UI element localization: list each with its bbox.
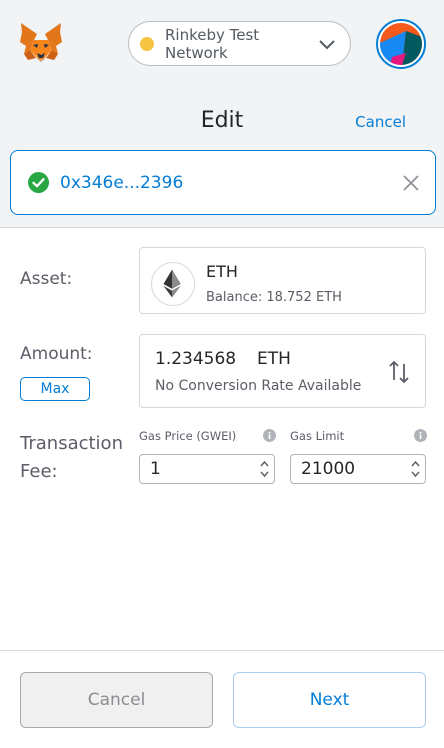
- network-label: Rinkeby Test Network: [165, 25, 260, 62]
- account-avatar[interactable]: [376, 19, 426, 69]
- fee-label-line1: Transaction: [20, 433, 123, 454]
- swap-arrows-icon[interactable]: [388, 359, 410, 385]
- amount-input[interactable]: 1.234568 ETH No Conversion Rate Availabl…: [139, 334, 426, 408]
- network-status-dot: [140, 36, 154, 51]
- gas-price-label: Gas Price (GWEI): [139, 429, 237, 443]
- header-cancel-link[interactable]: Cancel: [355, 113, 406, 131]
- stepper-arrows-icon[interactable]: [409, 457, 422, 481]
- footer-divider: [0, 650, 444, 651]
- metamask-fox-logo[interactable]: [18, 20, 64, 66]
- jazzicon-avatar: [380, 23, 422, 65]
- gas-price-input[interactable]: 1: [139, 454, 275, 484]
- asset-selector[interactable]: ETH Balance: 18.752 ETH: [139, 247, 426, 314]
- gas-limit-input[interactable]: 21000: [290, 454, 426, 484]
- recipient-address: 0x346e...2396: [60, 172, 184, 193]
- info-icon[interactable]: [263, 429, 276, 442]
- recipient-field[interactable]: 0x346e...2396: [10, 150, 436, 215]
- amount-unit: ETH: [257, 349, 291, 369]
- info-icon[interactable]: [414, 429, 427, 442]
- close-icon[interactable]: [401, 173, 421, 193]
- next-button[interactable]: Next: [233, 672, 426, 728]
- chevron-down-icon: [319, 39, 335, 49]
- network-selector[interactable]: Rinkeby Test Network: [128, 21, 351, 66]
- stepper-arrows-icon[interactable]: [258, 457, 271, 481]
- ethereum-icon: [151, 262, 195, 306]
- gas-limit-value: 21000: [301, 459, 356, 479]
- check-circle-icon: [28, 172, 49, 193]
- fee-label-line2: Fee:: [20, 461, 58, 482]
- gas-price-value: 1: [150, 459, 161, 479]
- asset-label: Asset:: [20, 269, 73, 289]
- asset-balance: Balance: 18.752 ETH: [206, 290, 342, 305]
- amount-label: Amount:: [20, 344, 93, 364]
- transaction-fee-label: Transaction Fee:: [20, 430, 123, 486]
- send-header: Edit Cancel 0x346e...2396: [0, 88, 444, 228]
- gas-limit-label: Gas Limit: [290, 429, 345, 443]
- conversion-rate-text: No Conversion Rate Available: [155, 378, 362, 394]
- app-bar: Rinkeby Test Network: [0, 0, 444, 88]
- amount-value: 1.234568: [155, 349, 237, 369]
- asset-symbol: ETH: [206, 262, 238, 281]
- cancel-button[interactable]: Cancel: [20, 672, 213, 728]
- max-button[interactable]: Max: [20, 377, 90, 401]
